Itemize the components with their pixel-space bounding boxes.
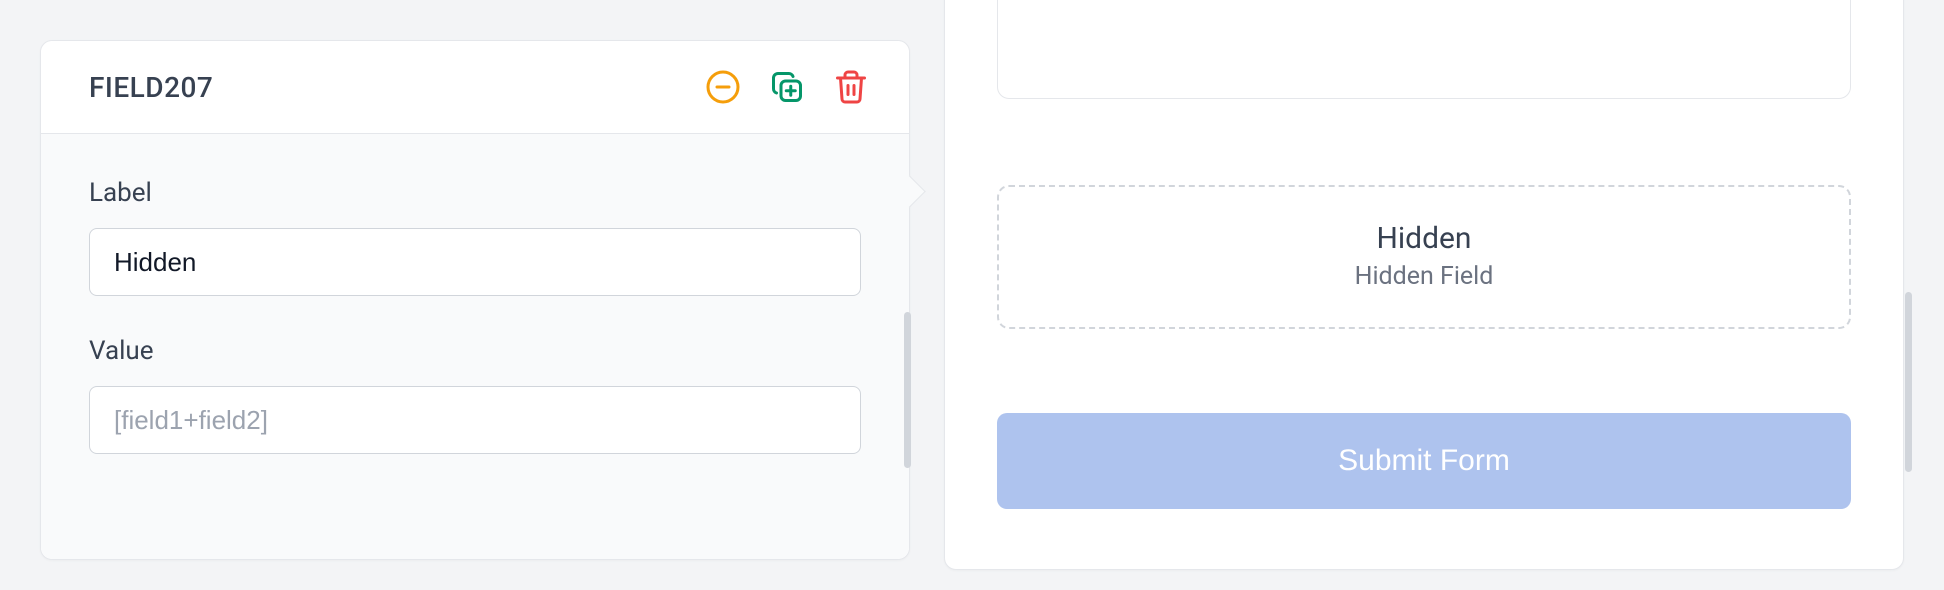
submit-form-button[interactable]: Submit Form bbox=[997, 413, 1851, 509]
previous-field-placeholder bbox=[997, 0, 1851, 99]
scrollbar-thumb[interactable] bbox=[1905, 292, 1912, 472]
field-actions bbox=[705, 69, 869, 105]
preview-card: Hidden Hidden Field Submit Form bbox=[944, 0, 1904, 570]
field-editor-header: FIELD207 bbox=[41, 41, 909, 134]
field-editor-body: Label Value bbox=[41, 134, 909, 559]
field-id-label: FIELD207 bbox=[89, 71, 213, 104]
scrollbar-thumb[interactable] bbox=[904, 312, 911, 468]
minus-circle-icon bbox=[705, 69, 741, 105]
value-input[interactable] bbox=[89, 386, 861, 454]
hidden-field-preview[interactable]: Hidden Hidden Field bbox=[997, 185, 1851, 329]
value-group: Value bbox=[89, 336, 861, 454]
hidden-field-title: Hidden bbox=[1019, 221, 1829, 256]
copy-plus-icon bbox=[769, 69, 805, 105]
field-editor-panel: FIELD207 bbox=[40, 40, 910, 560]
label-group: Label bbox=[89, 178, 861, 296]
collapse-button[interactable] bbox=[705, 69, 741, 105]
delete-button[interactable] bbox=[833, 69, 869, 105]
duplicate-button[interactable] bbox=[769, 69, 805, 105]
label-input[interactable] bbox=[89, 228, 861, 296]
trash-icon bbox=[833, 69, 869, 105]
preview-panel-wrapper: Hidden Hidden Field Submit Form bbox=[944, 0, 1904, 590]
label-caption: Label bbox=[89, 178, 861, 208]
value-caption: Value bbox=[89, 336, 861, 366]
hidden-field-subtitle: Hidden Field bbox=[1019, 262, 1829, 291]
